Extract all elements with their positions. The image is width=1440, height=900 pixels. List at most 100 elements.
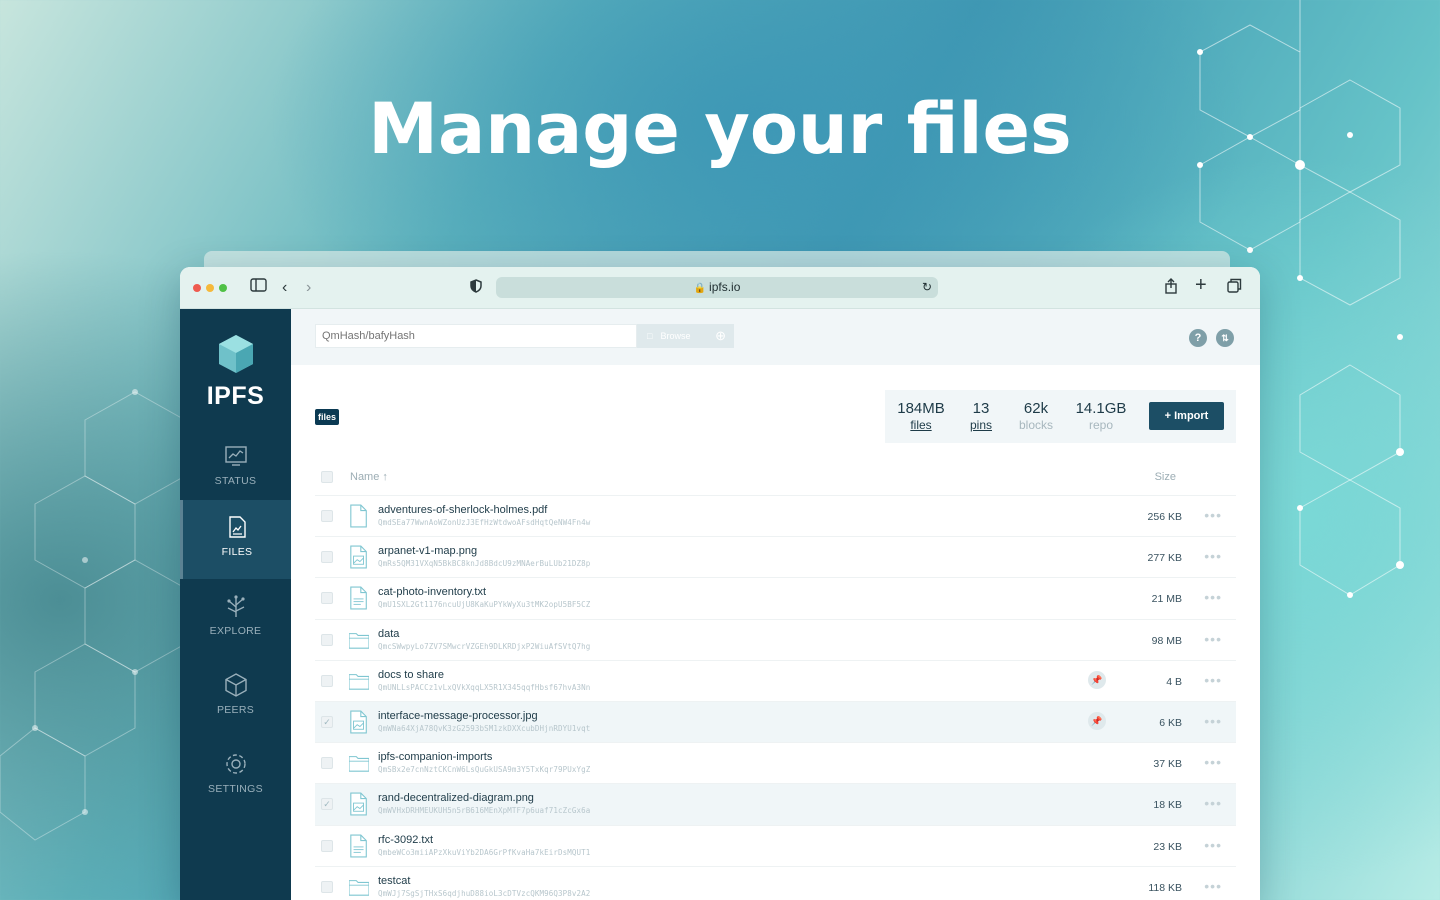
connection-status-icon[interactable]: ⇅ bbox=[1216, 329, 1234, 347]
row-checkbox[interactable] bbox=[321, 880, 333, 893]
nav-item-explore[interactable]: EXPLORE bbox=[180, 579, 291, 658]
more-options-icon[interactable]: ••• bbox=[1204, 507, 1222, 523]
peers-icon bbox=[224, 673, 247, 697]
file-size: 4 B bbox=[1166, 675, 1182, 688]
file-size: 18 KB bbox=[1153, 799, 1182, 812]
nav-label-settings: SETTINGS bbox=[208, 783, 263, 795]
file-name[interactable]: rfc-3092.txt bbox=[378, 834, 433, 846]
tab-overview-icon[interactable] bbox=[1227, 278, 1242, 299]
lock-icon: 🔒 bbox=[693, 283, 707, 294]
stat-files-label[interactable]: files bbox=[896, 418, 946, 432]
more-options-icon[interactable]: ••• bbox=[1204, 754, 1222, 770]
table-row[interactable]: ✓ rand-decentralized-diagram.png QmWVHxDRH… bbox=[315, 784, 1236, 826]
table-row[interactable]: adventures-of-sherlock-holmes.pdf QmdSEa7… bbox=[315, 496, 1236, 538]
pin-icon[interactable]: 📌 bbox=[1088, 711, 1106, 730]
more-options-icon[interactable]: ••• bbox=[1204, 713, 1222, 729]
nav-item-files[interactable]: FILES bbox=[180, 500, 291, 579]
row-checkbox[interactable]: ✓ bbox=[321, 798, 333, 811]
address-bar[interactable]: 🔒 ipfs.io ↻ bbox=[496, 277, 938, 298]
files-table: Name ↑ Size adventures-of-sherlock-holme… bbox=[315, 459, 1236, 900]
file-name[interactable]: adventures-of-sherlock-holmes.pdf bbox=[378, 504, 547, 516]
breadcrumb-files[interactable]: files bbox=[315, 409, 340, 425]
more-options-icon[interactable]: ••• bbox=[1204, 795, 1222, 811]
browse-button[interactable]: □ Browse ⊕ bbox=[637, 324, 734, 348]
pin-icon[interactable]: 📌 bbox=[1088, 670, 1106, 689]
folder-file-icon bbox=[349, 632, 369, 649]
file-size: 277 KB bbox=[1147, 552, 1182, 565]
file-hash: QmWVHxDRHMEUKUH5n5rB616MEnXpMTF7p6uaf71c… bbox=[378, 806, 591, 816]
table-body: adventures-of-sherlock-holmes.pdf QmdSEa7… bbox=[315, 496, 1236, 900]
row-checkbox[interactable] bbox=[321, 757, 333, 770]
new-tab-icon[interactable]: + bbox=[1195, 275, 1207, 295]
file-size: 256 KB bbox=[1147, 511, 1182, 523]
more-options-icon[interactable]: ••• bbox=[1204, 837, 1222, 853]
row-checkbox[interactable] bbox=[321, 592, 333, 605]
file-name[interactable]: docs to share bbox=[378, 669, 444, 681]
hero-headline: Manage your files bbox=[368, 88, 1072, 170]
stat-blocks: 62k blocks bbox=[1014, 400, 1058, 432]
more-options-icon[interactable]: ••• bbox=[1204, 631, 1222, 647]
back-arrow-icon[interactable]: ‹ bbox=[282, 278, 287, 298]
image-file-icon bbox=[350, 792, 367, 816]
nav-item-peers[interactable]: PEERS bbox=[180, 658, 291, 737]
ipfs-cube-icon bbox=[218, 335, 253, 373]
browse-label: Browse bbox=[660, 331, 691, 341]
stat-pins[interactable]: 13 pins bbox=[966, 400, 996, 432]
hash-search-input[interactable] bbox=[315, 324, 637, 348]
forward-arrow-icon[interactable]: › bbox=[306, 278, 311, 298]
table-row[interactable]: ✓ interface-message-processor.jpg QmWNa64X… bbox=[315, 701, 1236, 744]
row-checkbox[interactable] bbox=[321, 633, 333, 646]
file-name[interactable]: testcat bbox=[378, 875, 410, 887]
shield-icon[interactable] bbox=[470, 279, 482, 299]
nav-label-status: STATUS bbox=[214, 475, 257, 487]
sidebar-toggle-icon[interactable] bbox=[250, 278, 267, 298]
column-header-name[interactable]: Name ↑ bbox=[350, 471, 388, 483]
nav-item-status[interactable]: STATUS bbox=[180, 429, 291, 508]
row-checkbox[interactable]: ✓ bbox=[321, 715, 333, 728]
file-name[interactable]: arpanet-v1-map.png bbox=[378, 545, 477, 557]
file-name[interactable]: interface-message-processor.jpg bbox=[378, 710, 538, 722]
file-name[interactable]: cat-photo-inventory.txt bbox=[378, 586, 486, 598]
stat-repo-label: repo bbox=[1088, 418, 1114, 432]
minimize-window-button[interactable] bbox=[206, 284, 214, 292]
maximize-window-button[interactable] bbox=[219, 284, 227, 292]
close-window-button[interactable] bbox=[193, 284, 201, 292]
help-icon[interactable]: ? bbox=[1189, 329, 1207, 347]
folder-file-icon bbox=[349, 756, 369, 772]
reload-icon[interactable]: ↻ bbox=[922, 277, 932, 298]
more-options-icon[interactable]: ••• bbox=[1204, 878, 1222, 894]
stat-blocks-value: 62k bbox=[1023, 400, 1049, 417]
file-hash: QmbeWCo3miiAPzXkuViYb2DA6GrPfKvaHa7kEirD… bbox=[378, 847, 591, 857]
table-row[interactable]: rfc-3092.txt QmbeWCo3miiAPzXkuViYb2DA6GrP… bbox=[315, 826, 1236, 867]
table-row[interactable]: ipfs-companion-imports QmSBx2e7cnNztCKCnW… bbox=[315, 743, 1236, 785]
import-button[interactable]: + Import bbox=[1149, 402, 1224, 430]
select-all-checkbox[interactable] bbox=[321, 471, 333, 483]
file-name[interactable]: rand-decentralized-diagram.png bbox=[378, 792, 534, 804]
table-row[interactable]: testcat QmWJj7SgSjTHxS6qdjhuD88ioL3cDTVzc… bbox=[315, 867, 1236, 900]
file-name[interactable]: ipfs-companion-imports bbox=[378, 751, 492, 763]
explore-icon bbox=[226, 595, 245, 617]
file-name[interactable]: data bbox=[378, 628, 399, 640]
share-icon[interactable] bbox=[1164, 278, 1178, 300]
table-row[interactable]: arpanet-v1-map.png QmRs5QM31VXqN5BkBC8knJ… bbox=[315, 537, 1236, 579]
column-header-size[interactable]: Size bbox=[1155, 471, 1176, 483]
stat-files-value: 184MB bbox=[897, 400, 945, 417]
nav-item-settings[interactable]: SETTINGS bbox=[180, 737, 291, 816]
more-options-icon[interactable]: ••• bbox=[1204, 672, 1222, 688]
stat-blocks-label: blocks bbox=[1018, 418, 1053, 432]
row-checkbox[interactable] bbox=[321, 839, 333, 852]
row-checkbox[interactable] bbox=[321, 674, 333, 687]
stat-files[interactable]: 184MB files bbox=[896, 400, 946, 432]
ipfs-logo[interactable]: IPFS bbox=[180, 333, 291, 411]
browser-window: ‹ › 🔒 ipfs.io ↻ + IPFS STATUS FILES EXPL… bbox=[180, 267, 1260, 900]
stat-pins-label[interactable]: pins bbox=[966, 418, 996, 432]
main-content: □Browse ⊕ ? ⇅ files 184MB files 13 pins … bbox=[291, 309, 1260, 900]
table-row[interactable]: docs to share QmUNLLsPACCz1vLxQVkXqqLX5R1… bbox=[315, 661, 1236, 702]
stat-repo: 14.1GB repo bbox=[1074, 400, 1128, 432]
row-checkbox[interactable] bbox=[321, 551, 333, 564]
table-row[interactable]: cat-photo-inventory.txt QmU1SXL2Gt1176ncu… bbox=[315, 578, 1236, 620]
more-options-icon[interactable]: ••• bbox=[1204, 548, 1222, 564]
table-row[interactable]: data QmcSWwpyLo7ZV7SMwcrVZGEh9DLKRDjxP2Wi… bbox=[315, 620, 1236, 661]
row-checkbox[interactable] bbox=[321, 510, 333, 522]
more-options-icon[interactable]: ••• bbox=[1204, 589, 1222, 605]
